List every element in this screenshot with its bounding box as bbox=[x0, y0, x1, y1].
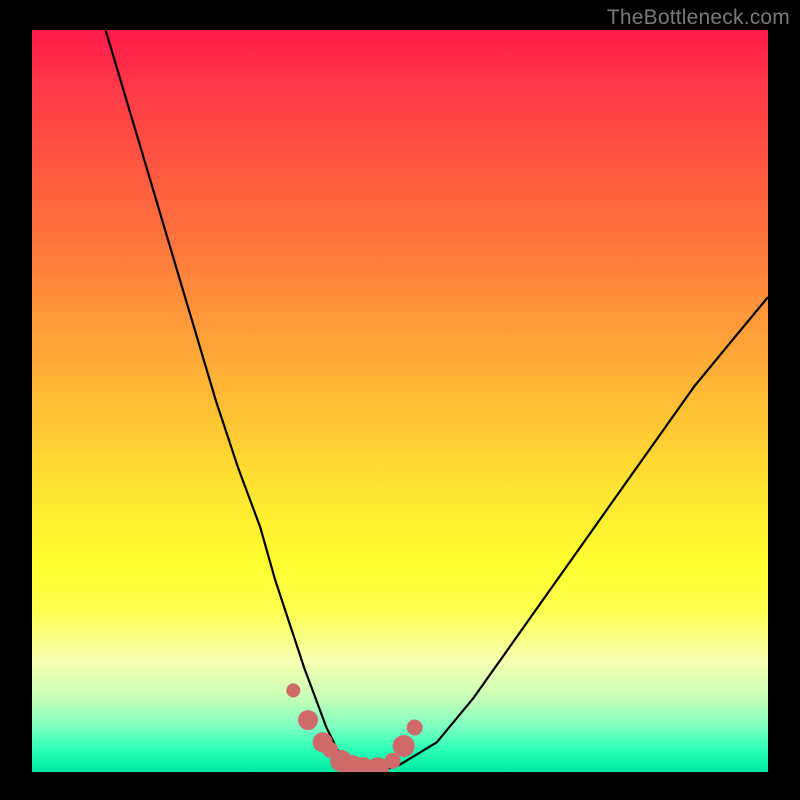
marker-dot bbox=[286, 683, 300, 697]
bottleneck-curve bbox=[106, 30, 768, 772]
chart-frame: TheBottleneck.com bbox=[0, 0, 800, 800]
marker-dot bbox=[393, 735, 415, 757]
marker-dot bbox=[298, 710, 318, 730]
plot-area bbox=[32, 30, 768, 772]
highlight-points bbox=[286, 683, 422, 772]
chart-svg bbox=[32, 30, 768, 772]
watermark-text: TheBottleneck.com bbox=[607, 6, 790, 30]
marker-dot bbox=[407, 720, 423, 736]
